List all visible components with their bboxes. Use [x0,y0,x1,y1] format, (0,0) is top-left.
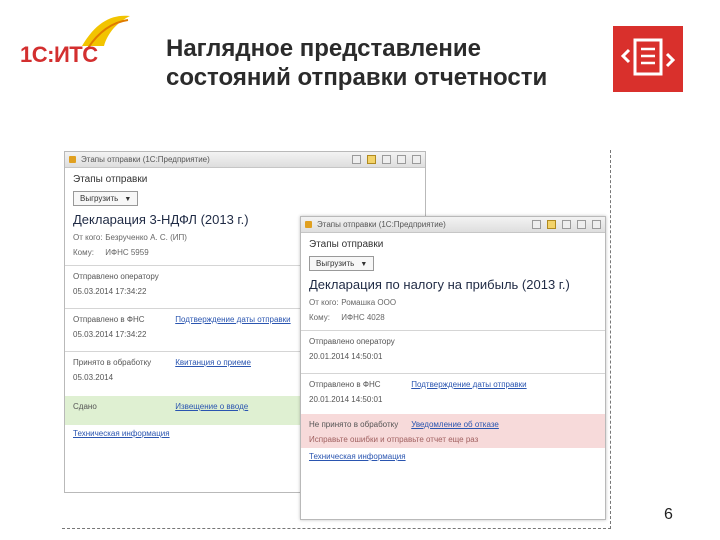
sender-label: От кого: [73,233,103,242]
export-dropdown-label: Выгрузить [316,259,355,268]
slide-title: Наглядное представление состояний отправ… [166,35,548,91]
close-button[interactable] [412,155,421,164]
chevron-down-icon: ▼ [124,196,132,203]
document-exchange-icon [613,26,683,92]
stage-label: Сдано [73,402,97,411]
stage-date: 20.01.2014 14:50:01 [309,352,383,361]
document-title: Декларация по налогу на прибыль (2013 г.… [309,277,570,292]
technical-info-link[interactable]: Техническая информация [309,452,597,461]
stage-link[interactable]: Подтверждение даты отправки [175,315,290,324]
stage-sent-to-operator: Отправлено оператору 20.01.2014 14:50:01 [301,331,605,365]
stage-sent-to-fns: Отправлено в ФНС Подтверждение даты отпр… [301,374,605,408]
maximize-button[interactable] [577,220,586,229]
window-menu-button[interactable] [532,220,541,229]
stage-label: Отправлено оператору [309,337,395,346]
stage-label: Не принято в обработку [309,420,399,429]
recipient-label: Кому: [309,313,330,322]
stage-link[interactable]: Подтверждение даты отправки [411,380,526,389]
minimize-button[interactable] [382,155,391,164]
logo-text: 1С:ИТС [20,42,98,67]
close-button[interactable] [592,220,601,229]
stage-label: Отправлено в ФНС [309,380,381,389]
window-titlebar: Этапы отправки (1С:Предприятие) [301,217,605,233]
form-title: Этапы отправки [73,174,148,185]
window-title: Этапы отправки (1С:Предприятие) [81,155,210,164]
sender-row: От кого: Ромашка ООО [309,298,597,307]
sender-value: Безрученко А. С. (ИП) [105,233,187,242]
stage-link[interactable]: Уведомление об отказе [411,420,499,429]
recipient-row: Кому: ИФНС 4028 [309,313,597,322]
app-icon [305,221,312,228]
favorite-button[interactable] [367,155,376,164]
minimize-button[interactable] [562,220,571,229]
stage-date: 20.01.2014 14:50:01 [309,395,383,404]
chevron-down-icon: ▼ [360,261,368,268]
rejection-note: Исправьте ошибки и отправьте отчет еще р… [309,435,479,444]
window-title: Этапы отправки (1С:Предприятие) [317,220,446,229]
favorite-button[interactable] [547,220,556,229]
window-titlebar: Этапы отправки (1С:Предприятие) [65,152,425,168]
page-number: 6 [664,506,673,523]
app-icon [69,156,76,163]
stages-window-profit-tax: Этапы отправки (1С:Предприятие) Этапы от… [300,216,606,520]
stage-rejected: Не принято в обработку Уведомление об от… [301,414,605,448]
recipient-value: ИФНС 5959 [105,248,149,257]
sender-label: От кого: [309,298,339,307]
stage-label: Отправлено в ФНС [73,315,145,324]
its-logo: 1С:ИТС [14,10,134,88]
maximize-button[interactable] [397,155,406,164]
stage-link[interactable]: Извещение о вводе [175,402,248,411]
form-title: Этапы отправки [309,239,384,250]
export-dropdown[interactable]: Выгрузить ▼ [73,191,139,206]
stage-label: Принято в обработку [73,358,152,367]
recipient-label: Кому: [73,248,94,257]
export-dropdown-label: Выгрузить [80,194,119,203]
window-menu-button[interactable] [352,155,361,164]
export-dropdown[interactable]: Выгрузить ▼ [309,256,375,271]
stage-link[interactable]: Квитанция о приеме [175,358,251,367]
recipient-value: ИФНС 4028 [341,313,385,322]
sender-value: Ромашка ООО [341,298,397,307]
